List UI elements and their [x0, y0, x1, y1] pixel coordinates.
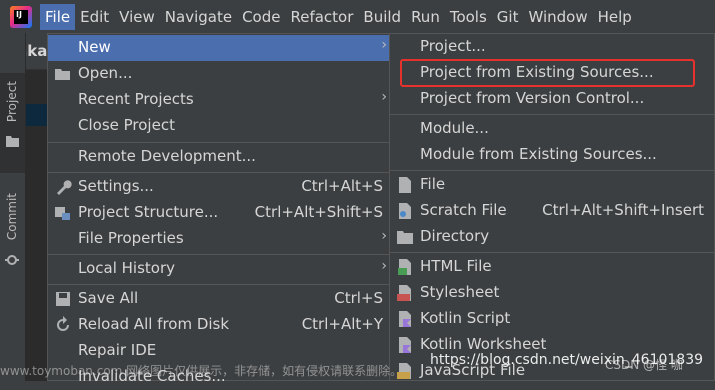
menu-item-close-project[interactable]: Close Project: [48, 113, 393, 139]
submenu-item-project[interactable]: Project...: [390, 34, 714, 60]
menu-help[interactable]: Help: [593, 4, 637, 30]
shortcut-text: Ctrl+Alt+Y: [301, 315, 383, 333]
annotation-highlight-box: [400, 59, 695, 87]
menu-separator: [390, 252, 714, 253]
menu-item-label: Repair IDE: [78, 341, 157, 359]
submenu-item-label: HTML File: [420, 257, 492, 275]
menu-item-label: Settings...: [78, 177, 154, 195]
menu-item-label: Save All: [78, 289, 139, 307]
menu-git[interactable]: Git: [492, 4, 524, 30]
menu-item-label: Open...: [78, 64, 133, 82]
menu-item-file-properties[interactable]: File Properties ›: [48, 226, 393, 252]
tree-selection[interactable]: [26, 104, 48, 126]
submenu-item-label: Kotlin Worksheet: [420, 335, 547, 353]
site-watermark: www.toymoban.com 网络图片仅供展示，非存储，如有侵权请联系删除。: [0, 364, 403, 378]
submenu-item-stylesheet[interactable]: Stylesheet: [390, 280, 714, 306]
menu-edit[interactable]: Edit: [75, 4, 114, 30]
menu-refactor[interactable]: Refactor: [285, 4, 358, 30]
folder-open-icon: [55, 69, 70, 80]
menu-view[interactable]: View: [114, 4, 160, 30]
submenu-item-file[interactable]: File: [390, 172, 714, 198]
menu-separator: [48, 254, 393, 255]
menu-code[interactable]: Code: [237, 4, 285, 30]
tab-commit-label: Commit: [5, 193, 19, 241]
submenu-item-label: Module from Existing Sources...: [420, 145, 657, 163]
folder-icon: [6, 136, 19, 147]
wrench-icon: [57, 180, 72, 195]
menu-item-project-structure[interactable]: Project Structure... Ctrl+Alt+Shift+S: [48, 200, 393, 226]
menu-tools[interactable]: Tools: [445, 4, 492, 30]
menu-separator: [390, 170, 714, 171]
submenu-arrow-icon: ›: [381, 228, 387, 244]
submenu-arrow-icon: ›: [381, 258, 387, 274]
shortcut-text: Ctrl+Alt+S: [301, 177, 383, 195]
commit-icon: [5, 255, 19, 265]
csdn-watermark: CSDN @怪 咖: [605, 358, 683, 372]
menu-item-open[interactable]: Open...: [48, 61, 393, 87]
submenu-item-module[interactable]: Module...: [390, 116, 714, 142]
scratch-file-icon: [399, 203, 411, 219]
menu-separator: [48, 172, 393, 173]
submenu-item-label: Scratch File: [420, 201, 507, 219]
shortcut-text: Ctrl+Alt+Shift+S: [254, 203, 383, 221]
file-icon: [399, 177, 411, 193]
menu-item-save-all[interactable]: Save All Ctrl+S: [48, 286, 393, 312]
submenu-item-project-from-vcs[interactable]: Project from Version Control...: [390, 86, 714, 112]
menu-item-label: Remote Development...: [78, 147, 256, 165]
menu-window[interactable]: Window: [523, 4, 592, 30]
tab-project[interactable]: Project: [0, 73, 25, 173]
menu-item-recent-projects[interactable]: Recent Projects ›: [48, 87, 393, 113]
menu-item-reload-all[interactable]: Reload All from Disk Ctrl+Alt+Y: [48, 312, 393, 338]
submenu-arrow-icon: ›: [381, 37, 387, 53]
menu-separator: [48, 284, 393, 285]
css-file-icon: [397, 285, 411, 301]
kotlin-icon: [399, 337, 411, 353]
menu-item-label: Project Structure...: [78, 203, 219, 221]
menu-separator: [390, 114, 714, 115]
menu-item-remote-development[interactable]: Remote Development...: [48, 144, 393, 170]
directory-icon: [397, 231, 413, 244]
kotlin-icon: [399, 311, 411, 327]
menu-navigate[interactable]: Navigate: [160, 4, 237, 30]
shortcut-text: Ctrl+S: [334, 289, 383, 307]
left-tool-strip: Project Commit: [0, 33, 26, 381]
html-file-icon: [398, 259, 411, 275]
intellij-logo-icon: IJ: [10, 5, 32, 28]
menu-item-local-history[interactable]: Local History ›: [48, 256, 393, 282]
reload-icon: [57, 316, 69, 331]
submenu-item-scratch-file[interactable]: Scratch File Ctrl+Alt+Shift+Insert: [390, 198, 714, 224]
menu-item-label: File Properties: [78, 229, 184, 247]
menu-item-repair-ide[interactable]: Repair IDE: [48, 338, 393, 364]
project-structure-icon: [55, 207, 70, 220]
submenu-item-label: Module...: [420, 119, 489, 137]
menu-build[interactable]: Build: [358, 4, 406, 30]
submenu-item-kotlin-script[interactable]: Kotlin Script: [390, 306, 714, 332]
submenu-item-html-file[interactable]: HTML File: [390, 254, 714, 280]
tab-project-label: Project: [5, 81, 19, 123]
save-icon: [56, 292, 70, 306]
menu-item-label: Local History: [78, 259, 176, 277]
menu-item-label: New: [78, 38, 111, 56]
menu-item-label: Recent Projects: [78, 90, 194, 108]
submenu-item-label: Project...: [420, 37, 486, 55]
submenu-arrow-icon: ›: [381, 89, 387, 105]
menu-item-settings[interactable]: Settings... Ctrl+Alt+S: [48, 174, 393, 200]
submenu-item-label: Directory: [420, 227, 490, 245]
menu-separator: [48, 142, 393, 143]
submenu-item-directory[interactable]: Directory: [390, 224, 714, 250]
submenu-item-label: Project from Version Control...: [420, 89, 645, 107]
menu-run[interactable]: Run: [406, 4, 445, 30]
tab-commit[interactable]: Commit: [0, 193, 25, 273]
shortcut-text: Ctrl+Alt+Shift+Insert: [542, 201, 704, 219]
submenu-item-module-from-existing[interactable]: Module from Existing Sources...: [390, 142, 714, 168]
submenu-item-label: File: [420, 175, 446, 193]
menu-file[interactable]: File: [40, 3, 76, 30]
menu-item-new[interactable]: New ›: [48, 35, 393, 61]
menu-item-label: Reload All from Disk: [78, 315, 230, 333]
submenu-item-label: Kotlin Script: [420, 309, 511, 327]
submenu-item-label: Stylesheet: [420, 283, 500, 301]
menu-item-label: Close Project: [78, 116, 175, 134]
menubar: IJ File Edit View Navigate Code Refactor…: [0, 0, 715, 33]
file-menu-dropdown: New › Open... Recent Projects › Close Pr…: [47, 33, 394, 385]
